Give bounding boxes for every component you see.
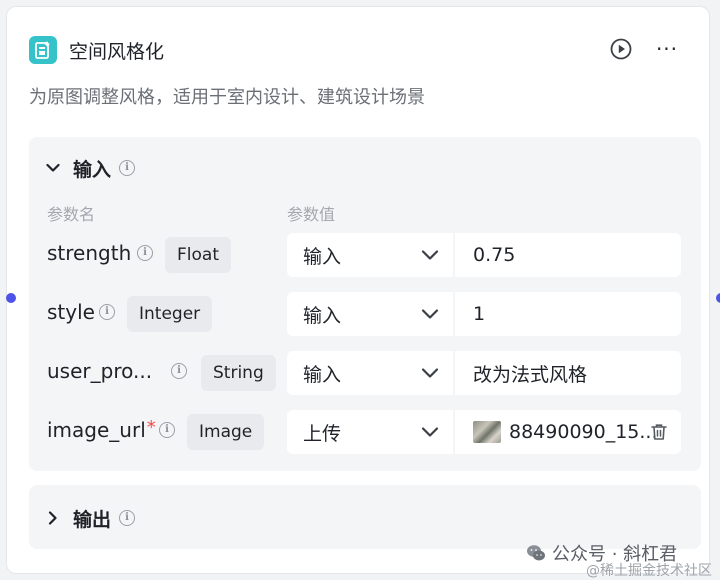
uploaded-file-field[interactable]: 88490090_15...	[455, 410, 681, 454]
info-icon[interactable]: i	[119, 160, 136, 176]
type-tag: String	[201, 355, 276, 391]
input-mode-select[interactable]: 输入	[287, 351, 453, 395]
info-icon[interactable]: i	[171, 363, 187, 379]
input-mode-select[interactable]: 输入	[287, 233, 453, 277]
workflow-node-card[interactable]: 空间风格化 ··· 为原图调整风格，适用于室内设计、建筑设计场景 输入 i 参数…	[6, 6, 720, 574]
node-description: 为原图调整风格，适用于室内设计、建筑设计场景	[29, 87, 425, 108]
run-button[interactable]	[609, 37, 633, 61]
image-thumbnail	[473, 421, 501, 443]
chevron-right-icon	[45, 510, 61, 526]
upload-mode-select[interactable]: 上传	[287, 410, 453, 454]
output-section-label: 输出	[73, 508, 112, 531]
input-mode-select[interactable]: 输入	[287, 292, 453, 336]
trash-icon[interactable]	[651, 423, 667, 441]
input-section-label: 输入	[73, 158, 112, 181]
chevron-down-icon	[421, 368, 439, 378]
node-title: 空间风格化	[69, 40, 165, 63]
input-port[interactable]	[6, 293, 16, 303]
param-value-field[interactable]: 改为法式风格	[455, 351, 681, 395]
type-tag: Image	[187, 414, 265, 450]
param-value-field[interactable]: 0.75	[455, 233, 681, 277]
type-tag: Float	[165, 237, 231, 273]
play-icon	[610, 38, 632, 60]
watermark-subtext: @稀土掘金技术社区	[586, 563, 712, 579]
param-name: style	[47, 300, 95, 324]
param-name-column-header: 参数名	[47, 205, 96, 224]
chevron-down-icon	[421, 250, 439, 260]
chevron-down-icon	[421, 309, 439, 319]
input-section-header[interactable]: 输入 i	[45, 155, 136, 181]
info-icon[interactable]: i	[137, 245, 153, 261]
wechat-icon	[527, 545, 545, 561]
input-section: 输入 i 参数名 参数值 strength i Float 输入 0.75 st…	[29, 137, 701, 471]
type-tag: Integer	[127, 296, 213, 332]
image-style-icon	[29, 36, 57, 64]
param-name: image_url *	[47, 416, 156, 443]
output-section-header[interactable]: 输出 i	[45, 505, 136, 531]
param-row-strength: strength i Float 输入 0.75	[29, 233, 701, 277]
info-icon[interactable]: i	[99, 304, 115, 320]
info-icon[interactable]: i	[119, 510, 136, 526]
param-row-image-url: image_url * i Image 上传 88490090_15...	[29, 410, 701, 454]
param-value-column-header: 参数值	[287, 205, 336, 224]
param-row-style: style i Integer 输入 1	[29, 292, 701, 336]
info-icon[interactable]: i	[159, 422, 175, 438]
param-row-user-prompt: user_pro... i String 输入 改为法式风格	[29, 351, 701, 395]
param-name: user_pro...	[47, 359, 153, 383]
param-value-field[interactable]: 1	[455, 292, 681, 336]
file-name: 88490090_15...	[509, 421, 658, 443]
chevron-down-icon	[45, 160, 61, 176]
node-header: 空间风格化 ···	[29, 35, 687, 65]
chevron-down-icon	[421, 427, 439, 437]
output-port[interactable]	[716, 293, 720, 303]
param-name: strength	[47, 241, 132, 265]
more-options-button[interactable]: ···	[655, 37, 679, 61]
